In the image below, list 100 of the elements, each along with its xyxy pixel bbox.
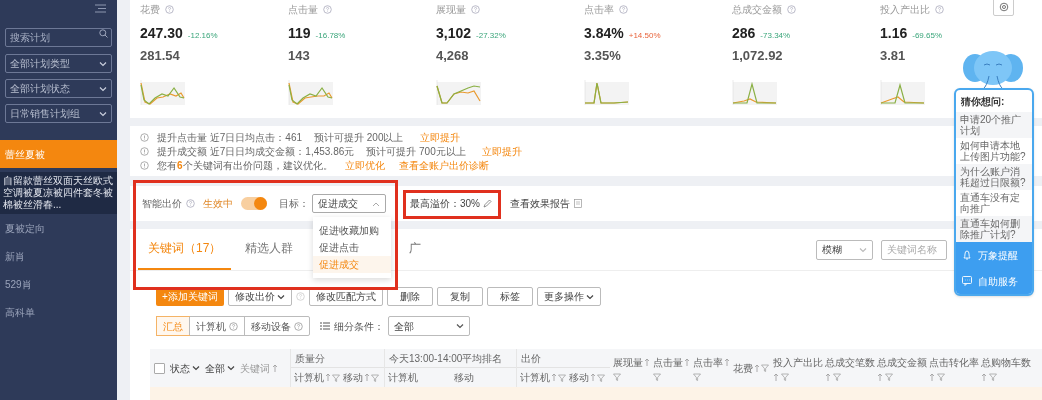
sidebar-item[interactable]: 新肖 (0, 242, 117, 270)
caret-icon (859, 246, 867, 253)
action-button[interactable]: 删除 (386, 287, 433, 306)
metric-previous: 281.54 (140, 47, 181, 65)
sparkline-chart (732, 79, 778, 106)
goal-dropdown[interactable]: 促进成交 (312, 194, 386, 213)
list-icon (320, 322, 330, 330)
settings-icon (998, 2, 1009, 12)
column-header[interactable]: 全部 (205, 360, 225, 376)
help-icon (165, 4, 174, 14)
question-link[interactable]: 直通车没有定向推广 (956, 190, 1032, 216)
column-header: 计算机 (520, 371, 550, 385)
tip-estimate: 预计可提升 700元以上 (366, 144, 466, 159)
column-header[interactable]: 状态 (170, 360, 190, 376)
search-field[interactable]: 搜索计划 (5, 28, 112, 47)
sparkline-chart (436, 79, 482, 106)
metric-value: 247.30 (140, 24, 183, 43)
metric-previous: 3.81 (880, 47, 907, 65)
caret-icon (372, 200, 380, 207)
metric-change: -12.16% (187, 30, 218, 42)
caret-icon (99, 60, 107, 67)
document-icon (574, 199, 582, 208)
help-icon (619, 4, 628, 14)
panel-title: 猜你想问: (960, 94, 1006, 109)
info-icon (140, 160, 149, 170)
help-icon (471, 4, 480, 14)
metric-change: -69.65% (912, 30, 943, 42)
caret-icon (456, 323, 464, 329)
column-header: 出价 (517, 349, 610, 368)
menu-icon (95, 4, 106, 13)
filter-dropdown[interactable]: 日常销售计划组 (5, 104, 112, 123)
caret-icon (227, 365, 235, 371)
metric-label: 点击量 (288, 2, 318, 17)
metric-label: 投入产出比 (880, 2, 930, 17)
question-link[interactable]: 为什么账户消耗超过日限额? (956, 164, 1032, 190)
segment-label: 细分条件： (334, 319, 384, 334)
question-link[interactable]: 如何申请本地上传图片功能? (956, 138, 1032, 164)
sidebar-item[interactable]: 自留款蕾丝双面天丝欧式空调被夏凉被四件套冬被棉被丝滑春... (0, 172, 117, 214)
info-icon (140, 132, 149, 142)
toggle-switch[interactable] (241, 197, 267, 210)
tip-estimate: 预计可提升 200以上 (314, 130, 404, 145)
sidebar-item[interactable]: 529肖 (0, 270, 117, 298)
device-tab[interactable]: 计算机 (189, 317, 244, 335)
sidebar-item[interactable]: 夏被定向 (0, 214, 117, 242)
metric-value: 3,102 (436, 24, 472, 43)
action-button[interactable]: 更多操作 (536, 287, 601, 306)
column-header: 总成交金额 (877, 355, 927, 370)
metric-change: -73.34% (760, 30, 791, 42)
sparkline-chart (140, 79, 186, 106)
sort-icon (272, 363, 278, 373)
action-button[interactable]: 标签 (486, 287, 533, 306)
match-dropdown[interactable]: 模糊 (816, 239, 873, 260)
column-header: 点击量 (653, 356, 683, 370)
keyword-search-field[interactable]: 关键词名称 (881, 239, 947, 260)
action-button[interactable]: 复制 (436, 287, 483, 306)
column-header: 展现量 (613, 356, 643, 370)
help-icon (186, 199, 195, 208)
metric-change: +14.50% (628, 30, 661, 42)
metric-value: 1.16 (880, 24, 908, 43)
column-header: 点击转化率 (929, 355, 979, 370)
question-link[interactable]: 申请20个推广计划 (956, 112, 1032, 138)
column-header: 计算机 (388, 371, 418, 385)
column-header: 点击率 (693, 356, 723, 370)
chat-icon (962, 276, 972, 286)
question-link[interactable]: 直通车如何删除推广计划? (956, 216, 1032, 242)
pencil-icon (483, 199, 492, 208)
tab[interactable]: 广 (399, 228, 432, 270)
dropdown-option[interactable]: 促进收藏加购 (313, 222, 391, 239)
caret-icon (99, 110, 107, 117)
metric-change: -27.32% (476, 30, 506, 42)
column-header: 今天13:00-14:00平均排名 (385, 349, 516, 368)
tip-text: 提升点击量 近7日日均点击：461 (157, 130, 303, 145)
column-header: 移动 (453, 371, 474, 385)
settings-button[interactable] (993, 0, 1014, 16)
metric-label: 总成交金额 (732, 2, 782, 17)
checkbox[interactable] (154, 362, 165, 374)
search-icon (99, 29, 108, 38)
sparkline-chart (584, 79, 630, 106)
filter-dropdown[interactable]: 全部计划状态 (5, 79, 112, 98)
device-tab[interactable]: 移动设备 (244, 317, 309, 335)
column-header: 总成交笔数 (825, 355, 875, 370)
caret-icon (192, 365, 200, 371)
sparkline-chart (880, 79, 926, 106)
sidebar-item[interactable]: 高科单 (0, 298, 117, 326)
metric-previous: 143 (288, 47, 311, 65)
segment-dropdown[interactable]: 全部 (388, 316, 470, 336)
smart-bid-label: 智能出价 (142, 197, 182, 211)
filter-dropdown[interactable]: 全部计划类型 (5, 54, 112, 73)
goal-label: 目标： (279, 197, 309, 211)
tab[interactable]: 精选人群 (235, 228, 304, 270)
metric-value: 3.84% (584, 24, 624, 43)
metric-previous: 1,072.92 (732, 47, 784, 65)
column-header: 投入产出比 (773, 355, 823, 370)
help-icon (935, 4, 944, 14)
metric-value: 119 (288, 24, 311, 43)
help-icon (323, 4, 332, 14)
report-link[interactable]: 查看效果报告 (510, 196, 570, 211)
caret-icon (99, 85, 107, 92)
dropdown-option[interactable]: 促进点击 (313, 239, 391, 256)
column-header: 花费 (733, 361, 753, 376)
